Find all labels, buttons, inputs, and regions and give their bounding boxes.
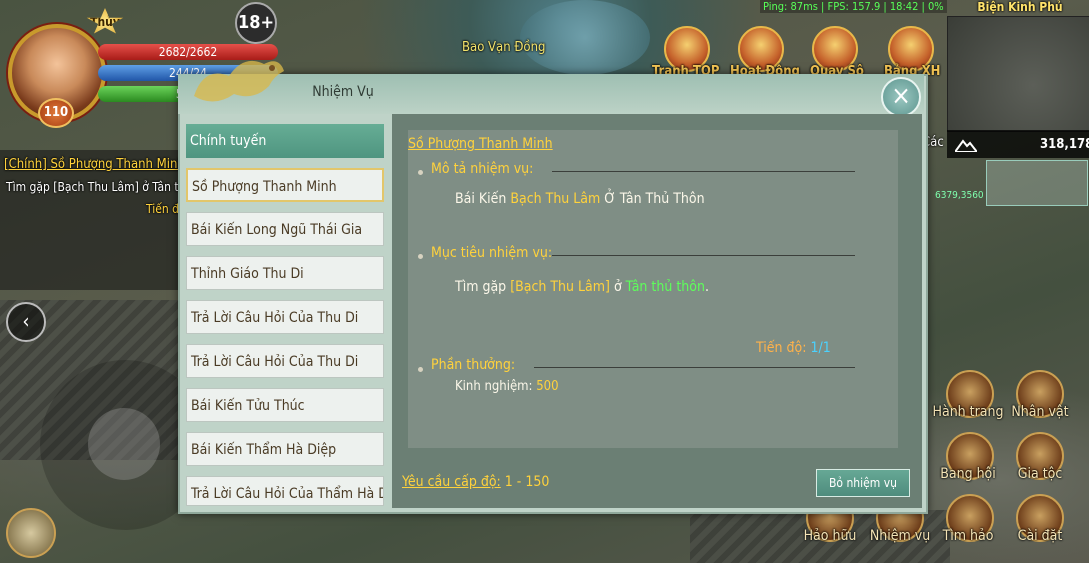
close-button[interactable]: ×: [881, 77, 921, 117]
divider: [552, 255, 855, 256]
description-heading: Mô tả nhiệm vụ:: [431, 161, 534, 177]
tracker-quest-title[interactable]: [Chính] Sồ Phượng Thanh Minh: [4, 157, 185, 172]
player-coordinates: 318,178: [1040, 137, 1089, 152]
divider: [534, 367, 855, 368]
quest-list-item[interactable]: Bái Kiến Long Ngũ Thái Gia: [186, 212, 384, 246]
npc-link[interactable]: [Bạch Thu Lâm]: [510, 279, 610, 295]
reward-heading: Phần thưởng:: [431, 357, 516, 373]
quest-list-item[interactable]: Trả Lời Câu Hỏi Của Thẩm Hà Diệp: [186, 476, 384, 506]
character-label[interactable]: Nhân vật: [1000, 404, 1080, 420]
quest-list-item[interactable]: Sồ Phượng Thanh Minh: [186, 168, 384, 202]
tracker-quest-line: Tìm gặp [Bạch Thu Lâm] ở Tân thủ: [6, 180, 193, 194]
minimap-title: Biện Kinh Phủ: [977, 0, 1063, 14]
map-npc-label: Bao Vạn Đồng: [462, 40, 546, 55]
settings-label[interactable]: Cài đặt: [1000, 528, 1080, 544]
tracker-progress: Tiến đ: [146, 202, 179, 216]
scene-lotus-pond: [520, 0, 650, 75]
tab-main-quest[interactable]: Chính tuyến: [186, 124, 384, 158]
inventory-label[interactable]: Hành trang: [928, 404, 1008, 420]
friends-label[interactable]: Hảo hữu: [790, 528, 870, 544]
progress-readout: Tiến độ: 1/1: [756, 340, 831, 356]
skill-slot-panel[interactable]: [986, 160, 1088, 206]
quest-detail-title: Sồ Phượng Thanh Minh: [408, 136, 553, 152]
quest-list-item[interactable]: Trả Lời Câu Hỏi Của Thu Di: [186, 344, 384, 378]
player-level-badge: 110: [38, 98, 74, 128]
side-coords: 6379,3560: [935, 190, 984, 201]
bullet-icon: [418, 254, 423, 259]
guild-label[interactable]: Bang hội: [928, 466, 1008, 482]
find-label[interactable]: Tìm hảo: [928, 528, 1008, 544]
joystick-knob[interactable]: [88, 408, 160, 480]
description-text: Bái Kiến Bạch Thu Lâm Ở Tân Thủ Thôn: [455, 191, 705, 207]
quest-list-item[interactable]: Trả Lời Câu Hỏi Của Thu Di: [186, 300, 384, 334]
minimap[interactable]: [947, 16, 1089, 132]
reward-text: Kinh nghiệm: 500: [455, 379, 559, 394]
bullet-icon: [418, 367, 423, 372]
place-link[interactable]: Tân thủ thôn: [626, 279, 705, 295]
dragon-ornament-icon: [184, 46, 294, 116]
divider: [552, 171, 855, 172]
abandon-quest-button[interactable]: Bỏ nhiệm vụ: [816, 469, 910, 497]
bullet-icon: [418, 170, 423, 175]
dialog-title: Nhiệm Vụ: [312, 84, 374, 100]
objective-text: Tìm gặp [Bạch Thu Lâm] ở Tân thủ thôn.: [455, 279, 709, 295]
mountain-icon: [953, 137, 980, 153]
family-label[interactable]: Gia tộc: [1000, 466, 1080, 482]
age-rating-badge: 18+: [235, 2, 277, 44]
level-requirement: Yêu cầu cấp độ: 1 - 150: [402, 474, 550, 490]
status-readout: Ping: 87ms | FPS: 157.9 | 18:42 | 0%: [760, 0, 947, 13]
quest-list-item[interactable]: Bái Kiến Tửu Thúc: [186, 388, 384, 422]
collapse-left-icon[interactable]: ‹: [6, 302, 46, 342]
quest-list-item[interactable]: Thỉnh Giáo Thu Di: [186, 256, 384, 290]
quest-list-item[interactable]: Bái Kiến Thẩm Hà Diệp: [186, 432, 384, 466]
meditate-icon[interactable]: [6, 508, 56, 558]
objective-heading: Mục tiêu nhiệm vụ:: [431, 245, 553, 261]
